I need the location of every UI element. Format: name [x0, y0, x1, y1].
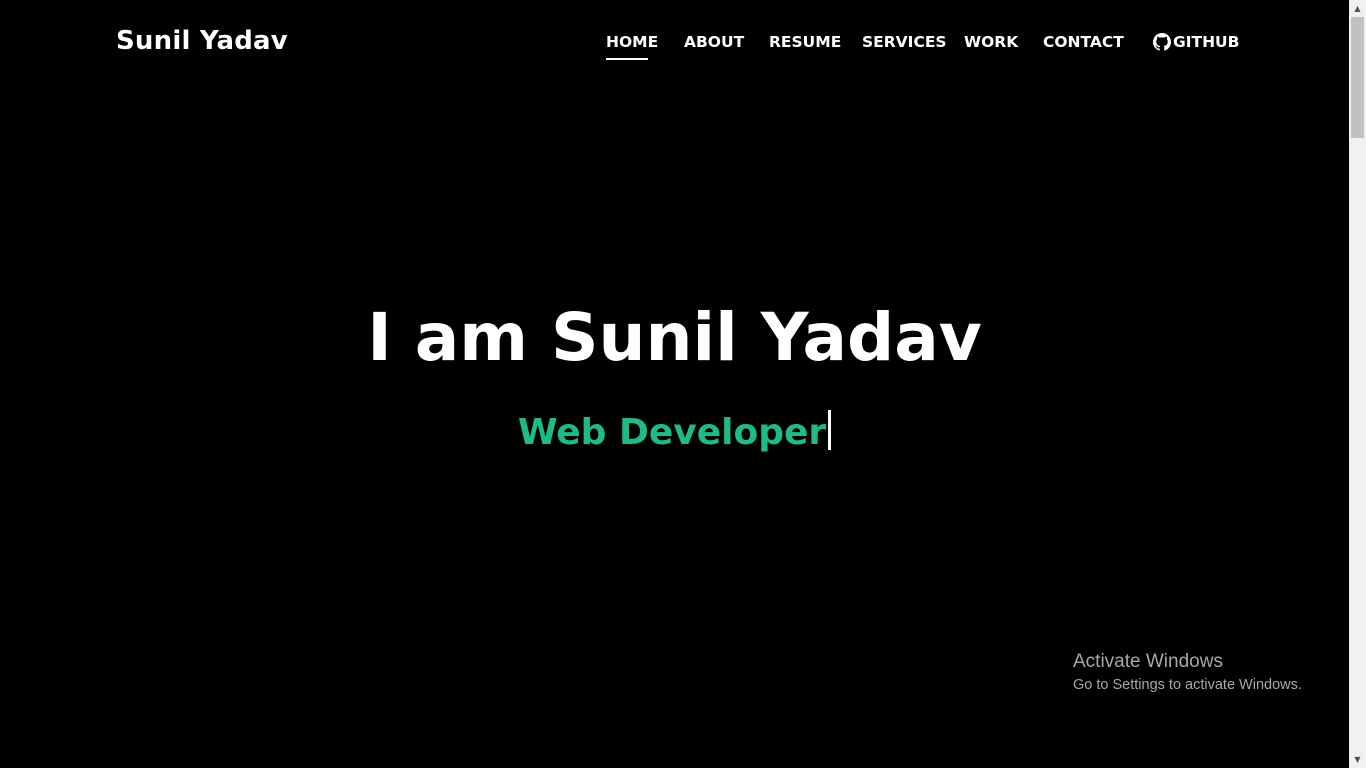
nav-work[interactable]: WORK: [964, 33, 1018, 51]
github-icon: [1153, 33, 1171, 51]
nav-contact[interactable]: CONTACT: [1043, 33, 1124, 51]
hero-title: I am Sunil Yadav: [367, 299, 982, 376]
brand-logo[interactable]: Sunil Yadav: [116, 26, 288, 56]
nav-resume[interactable]: RESUME: [769, 33, 841, 51]
hero-subtitle: Web Developer: [0, 408, 1349, 458]
scroll-thumb[interactable]: [1351, 17, 1364, 138]
viewport: Sunil Yadav HOME ABOUT RESUME SERVICES W…: [0, 0, 1349, 768]
windows-activation-watermark: Activate Windows Go to Settings to activ…: [1073, 650, 1302, 696]
nav-about[interactable]: ABOUT: [684, 33, 744, 51]
watermark-title: Activate Windows: [1073, 651, 1223, 672]
page: Sunil Yadav HOME ABOUT RESUME SERVICES W…: [0, 0, 1366, 768]
watermark-subtitle: Go to Settings to activate Windows.: [1073, 677, 1302, 693]
github-link[interactable]: GITHUB: [1153, 33, 1239, 51]
scroll-up-arrow-icon[interactable]: ▲: [1349, 0, 1366, 17]
typed-text: Web Developer: [517, 412, 827, 453]
typing-cursor: [828, 410, 832, 450]
vertical-scrollbar[interactable]: ▲ ▼: [1349, 0, 1366, 768]
scroll-down-arrow-icon[interactable]: ▼: [1349, 751, 1366, 768]
nav-services[interactable]: SERVICES: [862, 33, 947, 51]
nav-home[interactable]: HOME: [606, 33, 658, 60]
github-label: GITHUB: [1173, 33, 1240, 51]
